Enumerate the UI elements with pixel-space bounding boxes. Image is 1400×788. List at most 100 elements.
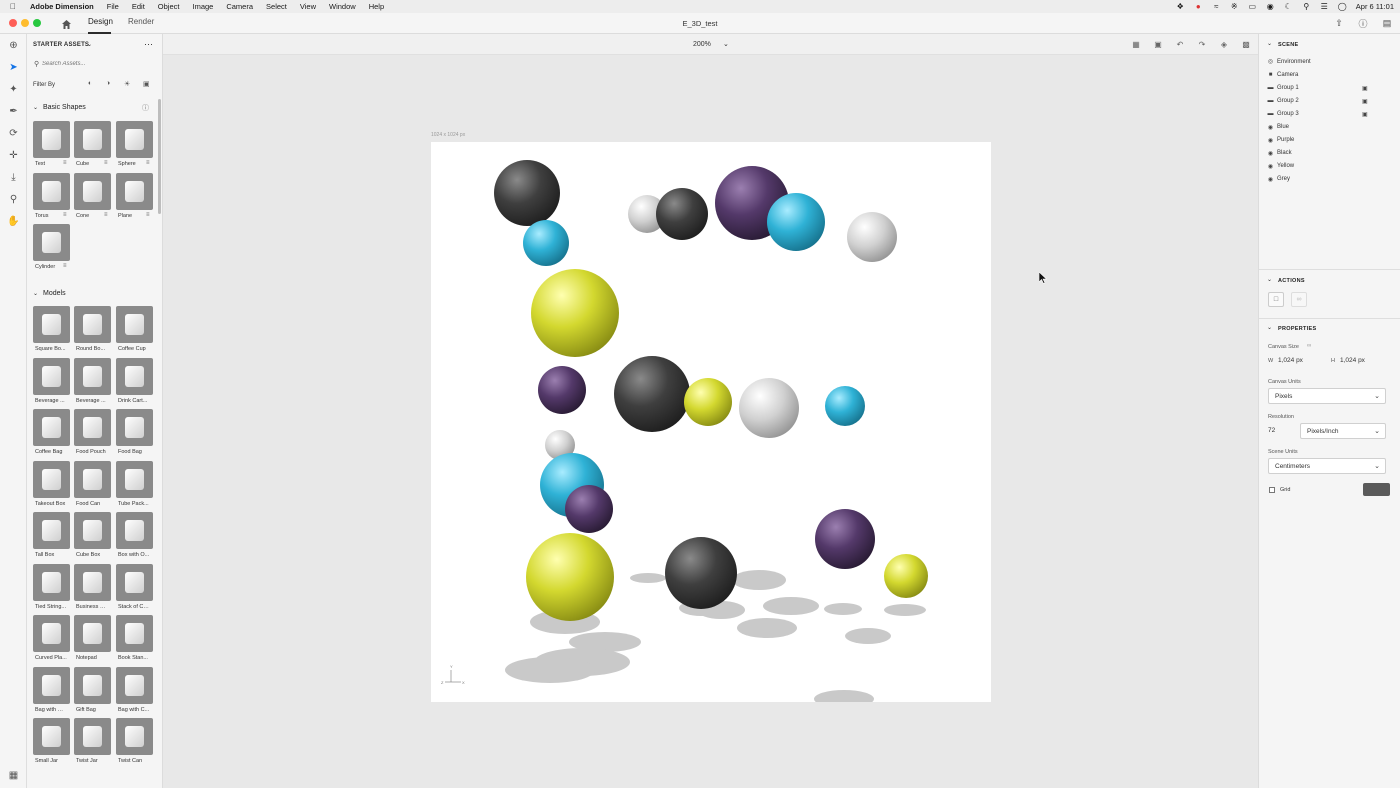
scene-item-purple[interactable]: ◉ Purple bbox=[1267, 137, 1294, 144]
share-icon[interactable]: ⇧ bbox=[1332, 16, 1346, 30]
model-thumb-8[interactable] bbox=[116, 409, 153, 446]
apple-icon[interactable]:  bbox=[10, 2, 20, 11]
undo-camera-icon[interactable]: ↶ bbox=[1174, 38, 1186, 50]
filter-images-icon[interactable]: ▣ bbox=[143, 80, 150, 88]
model-thumb-16[interactable] bbox=[74, 563, 111, 601]
zoom-level[interactable]: 200% bbox=[693, 41, 711, 48]
frame-icon[interactable]: ▦ bbox=[1130, 38, 1142, 50]
model-thumb-11[interactable] bbox=[116, 460, 153, 498]
scene-item-yellow[interactable]: ◉ Yellow bbox=[1267, 163, 1294, 170]
model-thumb-4[interactable] bbox=[74, 357, 111, 395]
model-thumb-9[interactable] bbox=[33, 460, 70, 498]
menu-window[interactable]: Window bbox=[329, 2, 356, 11]
grid-color-swatch[interactable] bbox=[1363, 483, 1390, 496]
sphere-black[interactable] bbox=[614, 356, 690, 432]
filter-lights-icon[interactable]: ☀ bbox=[124, 80, 130, 88]
scene-item-group-1[interactable]: ▬ Group 1 bbox=[1267, 84, 1299, 91]
sphere-yellow[interactable] bbox=[531, 269, 619, 357]
model-thumb-15[interactable] bbox=[33, 563, 70, 601]
model-thumb-5[interactable] bbox=[116, 357, 153, 395]
scene-header[interactable]: SCENE bbox=[1278, 42, 1298, 48]
resolution-field[interactable]: 72 bbox=[1268, 427, 1275, 434]
settings-icon[interactable]: ≡ bbox=[146, 160, 150, 166]
night-mode-icon[interactable]: ☾ bbox=[1284, 2, 1293, 11]
menu-edit[interactable]: Edit bbox=[132, 2, 145, 11]
sample-tool-icon[interactable]: ✒ bbox=[5, 103, 22, 120]
user-icon[interactable]: ◉ bbox=[1266, 2, 1275, 11]
creative-cloud-icon[interactable]: ● bbox=[1194, 2, 1203, 11]
menu-help[interactable]: Help bbox=[369, 2, 384, 11]
dropbox-icon[interactable]: ❖ bbox=[1176, 2, 1185, 11]
lock-icon[interactable]: ▣ bbox=[1362, 98, 1368, 105]
chevron-down-icon[interactable]: ⌄ bbox=[1267, 40, 1272, 47]
basic-shape-thumb-1[interactable] bbox=[74, 121, 111, 158]
camera-bookmark-icon[interactable]: ▣ bbox=[1152, 38, 1164, 50]
sphere-yellow[interactable] bbox=[684, 378, 732, 426]
sphere-grey[interactable] bbox=[847, 212, 897, 262]
model-thumb-13[interactable] bbox=[74, 512, 111, 549]
lock-icon[interactable]: ▣ bbox=[1362, 85, 1368, 92]
scene-item-group-2[interactable]: ▬ Group 2 bbox=[1267, 97, 1299, 104]
menu-file[interactable]: File bbox=[107, 2, 119, 11]
model-thumb-6[interactable] bbox=[33, 409, 70, 446]
sphere-blue[interactable] bbox=[523, 220, 569, 266]
bluetooth-icon[interactable]: ※ bbox=[1230, 2, 1239, 11]
chevron-down-icon[interactable]: ⌄ bbox=[33, 290, 38, 297]
model-thumb-14[interactable] bbox=[116, 512, 153, 549]
sphere-blue[interactable] bbox=[825, 386, 865, 426]
model-thumb-10[interactable] bbox=[74, 460, 111, 498]
menu-image[interactable]: Image bbox=[192, 2, 213, 11]
menu-object[interactable]: Object bbox=[158, 2, 180, 11]
filter-models-icon[interactable]: ◐ bbox=[88, 80, 92, 87]
basic-shape-thumb-2[interactable] bbox=[116, 121, 153, 158]
models-title[interactable]: Models bbox=[43, 290, 66, 297]
model-thumb-21[interactable] bbox=[33, 666, 70, 704]
feedback-icon[interactable]: ▤ bbox=[1380, 16, 1394, 30]
more-options-icon[interactable]: ⋯ bbox=[144, 39, 153, 50]
battery-icon[interactable]: ▭ bbox=[1248, 2, 1257, 11]
sphere-purple[interactable] bbox=[815, 509, 875, 569]
canvas-units-select[interactable]: Pixels ⌄ bbox=[1268, 388, 1386, 404]
settings-icon[interactable]: ≡ bbox=[63, 212, 67, 218]
settings-icon[interactable]: ≡ bbox=[104, 212, 108, 218]
model-thumb-23[interactable] bbox=[116, 666, 153, 704]
basic-shape-thumb-6[interactable] bbox=[33, 224, 70, 261]
siri-icon[interactable]: ◯ bbox=[1338, 2, 1347, 11]
model-thumb-7[interactable] bbox=[74, 409, 111, 446]
search-icon[interactable]: ⚲ bbox=[1302, 2, 1311, 11]
help-icon[interactable]: ⓘ bbox=[1356, 16, 1370, 30]
move-tool-icon[interactable]: ✛ bbox=[5, 147, 22, 164]
chevron-down-icon[interactable]: ⌄ bbox=[87, 41, 92, 48]
sphere-yellow[interactable] bbox=[526, 533, 614, 621]
chevron-down-icon[interactable]: ⌄ bbox=[1267, 324, 1272, 331]
model-thumb-22[interactable] bbox=[74, 666, 111, 704]
chevron-down-icon[interactable]: ⌄ bbox=[33, 104, 38, 111]
width-field[interactable]: 1,024 px bbox=[1278, 357, 1303, 364]
menu-view[interactable]: View bbox=[300, 2, 316, 11]
scene-render[interactable]: Y Z X bbox=[431, 142, 991, 702]
settings-icon[interactable]: ≡ bbox=[63, 263, 67, 269]
scene-item-black[interactable]: ◉ Black bbox=[1267, 150, 1292, 157]
scene-item-blue[interactable]: ◉ Blue bbox=[1267, 124, 1289, 131]
model-thumb-26[interactable] bbox=[116, 718, 153, 755]
model-thumb-0[interactable] bbox=[33, 306, 70, 343]
height-field[interactable]: 1,024 px bbox=[1340, 357, 1365, 364]
sphere-purple[interactable] bbox=[565, 485, 613, 533]
crop-to-selection-icon[interactable]: □ bbox=[1268, 292, 1284, 307]
scene-item-grey[interactable]: ◉ Grey bbox=[1267, 176, 1290, 183]
actions-header[interactable]: ACTIONS bbox=[1278, 278, 1305, 284]
model-thumb-12[interactable] bbox=[33, 512, 70, 549]
orbit-tool-icon[interactable]: ⟳ bbox=[5, 125, 22, 142]
hand-tool-icon[interactable]: ✋ bbox=[5, 213, 22, 230]
chevron-down-icon[interactable]: ⌄ bbox=[723, 40, 729, 48]
info-icon[interactable]: ⓘ bbox=[142, 103, 149, 113]
model-thumb-1[interactable] bbox=[74, 306, 111, 343]
chevron-down-icon[interactable]: ⌄ bbox=[1267, 276, 1272, 283]
basic-shape-thumb-4[interactable] bbox=[74, 172, 111, 210]
assets-header[interactable]: STARTER ASSETS bbox=[33, 42, 89, 48]
menu-app-name[interactable]: Adobe Dimension bbox=[30, 2, 94, 11]
link-action-icon[interactable]: ∞ bbox=[1291, 292, 1307, 307]
control-center-icon[interactable]: ☰ bbox=[1320, 2, 1329, 11]
clock[interactable]: Apr 6 11:01 bbox=[1356, 2, 1394, 11]
model-thumb-17[interactable] bbox=[116, 563, 153, 601]
